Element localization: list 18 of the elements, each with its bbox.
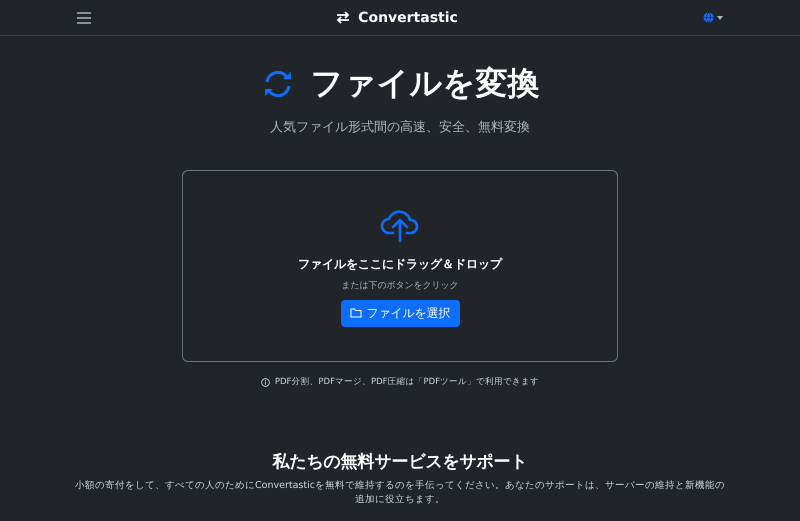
- choose-file-button[interactable]: ファイルを選択: [340, 300, 460, 326]
- info-icon: [260, 378, 270, 386]
- page-title: ファイルを変換: [310, 63, 540, 104]
- support-text: 小額の寄付をして、すべての人のためにConvertasticを無料で維持するのを手伝ってください。あなたのサポートは、サーバーの維持と新機能の追加に役立ちます。: [75, 479, 725, 507]
- menu-icon: [77, 12, 91, 24]
- page-subtitle: 人気ファイル形式間の高速、安全、無料変換: [270, 119, 530, 136]
- menu-button[interactable]: [75, 10, 93, 26]
- caret-icon: [717, 16, 723, 20]
- drop-zone[interactable]: ファイルをここにドラッグ＆ドロップ または下のボタンをクリック ファイルを選択: [182, 170, 618, 362]
- swap-arrows-icon: [336, 11, 350, 24]
- globe-icon: [703, 12, 714, 23]
- drop-hint: または下のボタンをクリック: [342, 280, 458, 292]
- tools-note: PDF分割、PDFマージ、PDF圧縮は「PDFツール」で利用できます: [274, 376, 540, 388]
- support-heading: 私たちの無料サービスをサポート: [272, 451, 528, 473]
- drop-heading: ファイルをここにドラッグ＆ドロップ: [298, 256, 502, 272]
- language-button[interactable]: [701, 10, 725, 25]
- folder-icon: [350, 308, 362, 318]
- brand-link[interactable]: Convertastic: [336, 10, 458, 26]
